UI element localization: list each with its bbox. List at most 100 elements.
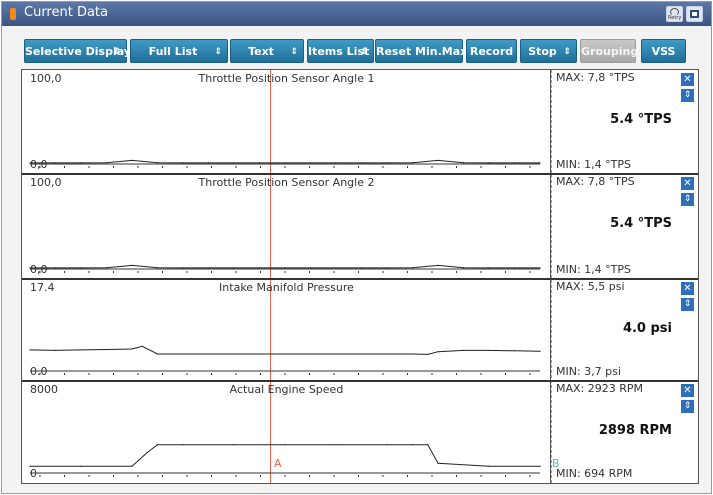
data-point xyxy=(156,267,159,269)
data-point xyxy=(360,267,363,269)
panel-title: Throttle Position Sensor Angle 2 xyxy=(198,176,375,189)
move-panel-icon[interactable]: ⇕ xyxy=(681,89,694,102)
graph-panel-tps-angle-2[interactable]: 100,0 0,0 Throttle Position Sensor Angle 2… xyxy=(22,173,698,279)
close-panel-icon[interactable]: ✕ xyxy=(681,384,694,397)
graph-panel-tps-angle-1[interactable]: 100,0 0,0 Throttle Position Sensor Angle 1… xyxy=(22,70,698,174)
close-panel-icon[interactable]: ✕ xyxy=(681,73,694,86)
axis-min-label: 0,0 xyxy=(30,263,48,276)
data-point xyxy=(182,353,184,355)
data-point xyxy=(54,162,57,164)
min-readout: MIN: 1,4 °TPS xyxy=(556,263,631,276)
data-point xyxy=(539,350,541,352)
series-line-engine-speed xyxy=(30,444,540,467)
data-point xyxy=(54,267,57,269)
data-point xyxy=(488,267,490,269)
window-title: Current Data xyxy=(24,5,108,20)
data-point xyxy=(80,349,82,351)
data-point xyxy=(411,162,414,164)
full-list-dropdown-label: Full List xyxy=(148,45,198,58)
move-panel-icon[interactable]: ⇕ xyxy=(681,298,694,311)
data-point xyxy=(105,162,108,164)
move-panel-icon[interactable]: ⇕ xyxy=(681,400,694,413)
data-point xyxy=(146,451,148,454)
selective-display-dropdown-label: Selective Display xyxy=(25,45,131,58)
close-panel-icon[interactable]: ✕ xyxy=(681,177,694,190)
move-panel-icon[interactable]: ⇕ xyxy=(681,193,694,206)
record-button-label: Record xyxy=(469,45,514,58)
close-panel-icon[interactable]: ✕ xyxy=(681,282,694,295)
data-point xyxy=(360,353,363,355)
data-point xyxy=(156,353,159,355)
data-point xyxy=(539,162,541,164)
max-readout: MAX: 5,5 psi xyxy=(556,280,625,293)
plot-tps-angle-1 xyxy=(29,159,541,168)
data-point xyxy=(513,162,516,164)
data-point xyxy=(386,353,388,355)
data-point xyxy=(488,465,490,467)
current-value: 2898 RPM xyxy=(598,423,672,438)
data-point xyxy=(309,267,312,269)
data-point xyxy=(488,162,490,164)
full-list-dropdown[interactable]: Full List ⇕ xyxy=(130,39,228,63)
restore-window-button[interactable] xyxy=(686,6,703,22)
graph-panel-engine-speed[interactable]: 8000 0 Actual Engine Speed MAX: 2923 RPM 289… xyxy=(22,380,698,483)
plot-engine-speed xyxy=(29,444,541,477)
axis-min-label: 0.0 xyxy=(30,365,48,378)
data-point xyxy=(207,267,210,269)
data-point xyxy=(233,267,235,269)
data-point xyxy=(513,350,516,352)
data-point xyxy=(80,162,82,164)
min-readout: MIN: 694 RPM xyxy=(556,467,633,480)
dropdown-arrow-icon: ⇕ xyxy=(113,47,121,57)
panel-title: Throttle Position Sensor Angle 1 xyxy=(198,72,375,85)
vss-button-label: VSS xyxy=(651,45,676,58)
items-list-dropdown[interactable]: Items List ⇕ xyxy=(307,39,374,63)
title-bar: Current Data Retry xyxy=(2,2,711,26)
plot-tps-angle-2 xyxy=(29,264,541,273)
max-readout: MAX: 2923 RPM xyxy=(556,382,644,395)
min-readout: MIN: 1,4 °TPS xyxy=(556,158,631,171)
retry-button[interactable]: Retry xyxy=(666,6,683,22)
panel-title: Actual Engine Speed xyxy=(229,383,344,396)
data-point xyxy=(156,444,159,446)
dropdown-arrow-icon: ⇕ xyxy=(290,47,298,57)
data-point xyxy=(284,162,286,164)
data-point xyxy=(284,444,286,446)
data-point xyxy=(105,348,108,351)
data-point xyxy=(258,353,261,355)
dropdown-arrow-icon: ⇕ xyxy=(360,47,368,57)
data-point xyxy=(335,267,337,269)
data-point xyxy=(437,462,439,464)
data-point xyxy=(462,162,465,164)
reset-min-max-button[interactable]: Reset Min.Max xyxy=(375,39,467,63)
window-icon xyxy=(690,10,699,18)
data-point xyxy=(539,465,541,467)
selective-display-dropdown[interactable]: Selective Display ⇕ xyxy=(24,39,131,63)
text-dropdown[interactable]: Text ⇕ xyxy=(230,39,304,63)
data-point xyxy=(258,162,261,164)
data-point xyxy=(207,353,210,355)
data-point xyxy=(131,264,133,266)
data-point xyxy=(182,267,184,269)
stop-dropdown[interactable]: Stop ⇕ xyxy=(520,39,577,63)
panel-separator xyxy=(22,173,698,175)
data-point xyxy=(233,444,235,446)
record-button[interactable]: Record xyxy=(466,39,517,63)
vss-button[interactable]: VSS xyxy=(641,39,686,63)
data-point xyxy=(335,353,337,355)
data-point xyxy=(386,162,388,164)
data-point xyxy=(386,267,388,269)
max-readout: MAX: 7,8 °TPS xyxy=(556,175,635,188)
data-point xyxy=(233,353,235,355)
data-point xyxy=(411,353,414,355)
data-point xyxy=(182,444,184,446)
panel-separator xyxy=(22,380,698,382)
data-point xyxy=(80,267,82,269)
panel-title: Intake Manifold Pressure xyxy=(219,281,354,294)
data-point xyxy=(539,267,541,269)
panel-separator xyxy=(22,278,698,280)
graph-panel-intake-manifold-pressure[interactable]: 17.4 0.0 Intake Manifold Pressure MAX: 5,5 … xyxy=(22,278,698,381)
graph-area: A B 100,0 0,0 Throttle Position Sensor Ang… xyxy=(21,69,699,484)
dropdown-arrow-icon: ⇕ xyxy=(214,47,222,57)
dropdown-arrow-icon: ⇕ xyxy=(563,47,571,57)
